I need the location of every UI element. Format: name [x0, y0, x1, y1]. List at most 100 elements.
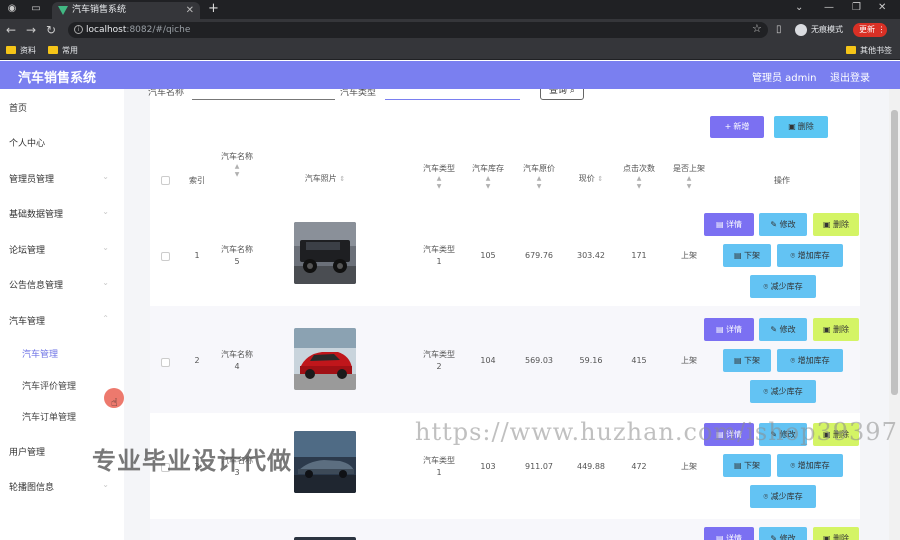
delete-button[interactable]: ▣ 删除	[813, 527, 859, 540]
site-info-icon[interactable]: i	[74, 25, 83, 34]
reduce-stock-button[interactable]: ⌾ 减少库存	[750, 485, 816, 508]
bookmark-folder-changyong[interactable]: 常用	[48, 44, 78, 57]
bookmark-folder-ziliao[interactable]: 资料	[6, 44, 36, 57]
search-type-label: 汽车类型	[340, 89, 377, 98]
logout-link[interactable]: 退出登录	[830, 69, 870, 84]
add-stock-button[interactable]: ⌾ 增加库存	[777, 349, 843, 372]
edit-button[interactable]: ✎ 修改	[759, 213, 807, 236]
bookmark-label: 资料	[20, 46, 36, 55]
sidebar-item-carousel[interactable]: 轮播图信息 ⌄	[9, 480, 119, 493]
sort-icon[interactable]: ▲ ▼	[468, 175, 508, 191]
car-type-select[interactable]	[385, 89, 520, 100]
sort-icon[interactable]: ▲ ▼	[614, 175, 664, 191]
restore-icon[interactable]: ❐	[852, 2, 861, 13]
th-photo[interactable]: 汽车照片 ⇕	[290, 173, 360, 185]
sidebar-item-notice[interactable]: 公告信息管理 ⌄	[9, 278, 119, 291]
off-shelf-button[interactable]: ▤ 下架	[723, 454, 771, 477]
sidebar-item-label: 用户管理	[9, 448, 46, 458]
th-type[interactable]: 汽车类型 ▲ ▼	[412, 163, 466, 191]
th-original-price[interactable]: 汽车原价 ▲ ▼	[514, 163, 564, 191]
off-shelf-button[interactable]: ▤ 下架	[723, 244, 771, 267]
vue-logo-icon	[58, 6, 68, 15]
cell-type-text: 汽车类型	[423, 456, 455, 465]
scrollbar-thumb[interactable]	[891, 110, 898, 395]
sidebar-item-profile[interactable]: 个人中心	[9, 136, 119, 149]
incognito-indicator[interactable]: 无痕模式	[795, 23, 843, 37]
cell-type: 汽车类型 1	[412, 455, 466, 479]
sidebar-item-label: 论坛管理	[9, 246, 46, 256]
reduce-stock-button[interactable]: ⌾ 减少库存	[750, 275, 816, 298]
minimize-icon[interactable]: —	[824, 2, 834, 13]
row-checkbox[interactable]	[161, 252, 170, 261]
bookmark-star-icon[interactable]: ☆	[752, 22, 762, 35]
th-name[interactable]: 汽车名称 ▲ ▼	[212, 151, 262, 179]
back-icon[interactable]: ←	[6, 23, 16, 37]
th-clicks[interactable]: 点击次数 ▲ ▼	[614, 163, 664, 191]
car-photo[interactable]	[294, 328, 356, 390]
forward-icon[interactable]: →	[26, 23, 36, 37]
location-icon: ⌾	[790, 461, 796, 470]
update-button[interactable]: 更新 ⋮	[853, 23, 887, 37]
sort-icon[interactable]: ▲ ▼	[664, 175, 714, 191]
off-shelf-button[interactable]: ▤ 下架	[723, 349, 771, 372]
close-tab-icon[interactable]: ✕	[186, 2, 194, 19]
reduce-stock-button[interactable]: ⌾ 减少库存	[750, 380, 816, 403]
delete-button[interactable]: ▣ 删除	[813, 318, 859, 341]
tab-search-icon[interactable]: ▭	[30, 3, 42, 15]
window-close-icon[interactable]: ✕	[878, 2, 886, 13]
detail-button[interactable]: ▤ 详情	[704, 318, 754, 341]
other-bookmarks[interactable]: 其他书签	[846, 44, 892, 57]
delete-button[interactable]: ▣ 删除	[813, 213, 859, 236]
detail-button[interactable]: ▤ 详情	[704, 213, 754, 236]
edit-icon: ✎	[770, 534, 778, 540]
cell-name-text: 汽车名称	[221, 350, 253, 359]
th-label: 现价	[578, 174, 595, 183]
edit-label: 修改	[779, 220, 796, 229]
sidebar-sub-car-order[interactable]: 汽车订单管理	[22, 410, 76, 423]
edit-button[interactable]: ✎ 修改	[759, 318, 807, 341]
th-label: 点击次数	[623, 164, 655, 173]
th-index: 索引	[184, 175, 210, 187]
sidebar-item-car[interactable]: 汽车管理 ⌃	[9, 314, 119, 327]
car-photo[interactable]	[294, 431, 356, 493]
detail-button[interactable]: ▤ 详情	[704, 527, 754, 540]
add-button[interactable]: + 新增	[710, 116, 764, 138]
add-button-label: 新增	[733, 122, 750, 131]
browser-tab[interactable]: 汽车销售系统 ✕	[52, 2, 200, 19]
sidebar-sub-car-manage[interactable]: 汽车管理	[22, 347, 58, 360]
watermark-right: https://www.huzhan.com/ishop39397	[415, 418, 898, 446]
sort-icon[interactable]: ⇕	[339, 175, 345, 183]
add-stock-label: 增加库存	[797, 251, 830, 260]
add-stock-button[interactable]: ⌾ 增加库存	[777, 244, 843, 267]
batch-delete-button[interactable]: ▣ 删除	[774, 116, 828, 138]
cell-type-text: 汽车类型	[423, 245, 455, 254]
new-tab-icon[interactable]: +	[208, 1, 219, 16]
car-photo[interactable]	[294, 222, 356, 284]
sort-icon[interactable]: ▲ ▼	[212, 163, 262, 179]
row-checkbox[interactable]	[161, 358, 170, 367]
reload-icon[interactable]: ↻	[46, 23, 56, 37]
edit-button[interactable]: ✎ 修改	[759, 527, 807, 540]
search-button[interactable]: 查询 ⌕	[540, 89, 584, 100]
th-current-price[interactable]: 现价 ⇕	[566, 173, 616, 185]
select-all-checkbox[interactable]	[161, 176, 170, 185]
car-name-input[interactable]	[192, 89, 335, 100]
sidebar-item-home[interactable]: 首页	[9, 101, 119, 114]
th-listed[interactable]: 是否上架 ▲ ▼	[664, 163, 714, 191]
sidebar-item-admin[interactable]: 管理员管理 ⌄	[9, 172, 119, 185]
sort-icon[interactable]: ▲ ▼	[412, 175, 466, 191]
app-header: 汽车销售系统 管理员 admin 退出登录	[0, 61, 900, 89]
browser-globe-icon[interactable]: ◉	[6, 3, 18, 15]
sidebar-item-forum[interactable]: 论坛管理 ⌄	[9, 243, 119, 256]
th-stock[interactable]: 汽车库存 ▲ ▼	[468, 163, 508, 191]
sort-icon[interactable]: ⇕	[597, 175, 603, 183]
url-input[interactable]: i localhost:8082/#/qiche	[68, 22, 768, 38]
tab-dropdown-icon[interactable]: ⌄	[795, 2, 803, 13]
sidebar-sub-car-review[interactable]: 汽车评价管理	[22, 379, 76, 392]
trash-icon: ▣	[822, 220, 831, 229]
sort-icon[interactable]: ▲ ▼	[514, 175, 564, 191]
sidebar-item-basic-data[interactable]: 基础数据管理 ⌄	[9, 207, 119, 220]
add-stock-button[interactable]: ⌾ 增加库存	[777, 454, 843, 477]
side-panel-icon[interactable]: ▯	[776, 23, 782, 37]
admin-label: 管理员 admin	[752, 73, 817, 84]
